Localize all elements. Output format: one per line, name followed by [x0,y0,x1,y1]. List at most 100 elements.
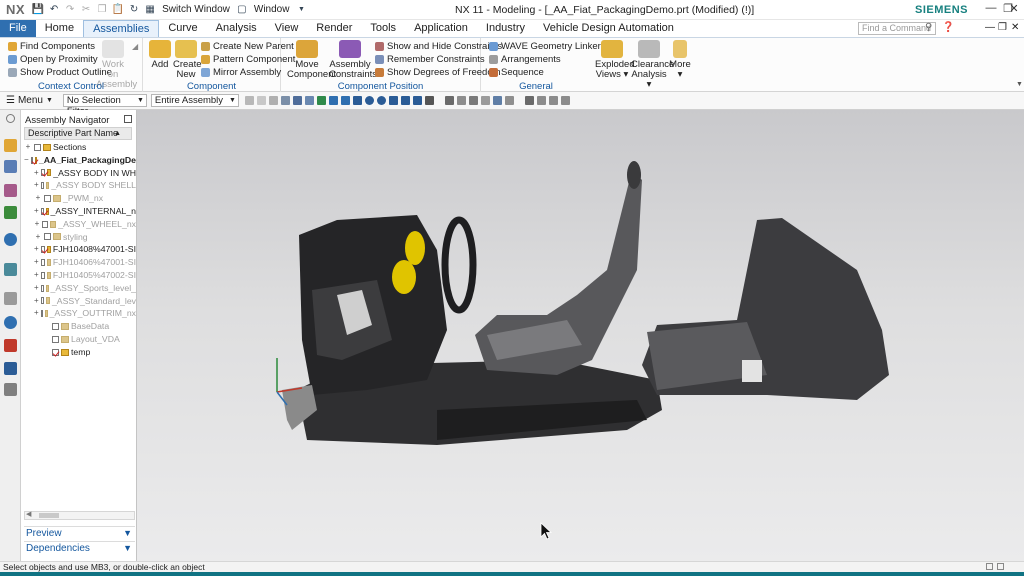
doc-restore-icon[interactable]: ❐ [998,22,1007,33]
seat-belt-buckle[interactable] [742,360,762,382]
wave-geometry-linker-button[interactable]: WAVE Geometry Linker [489,41,601,52]
assembly-navigator-icon[interactable] [4,139,17,152]
point-icon[interactable] [316,96,326,105]
curve-icon[interactable] [340,96,350,105]
ribbon-options-icon[interactable]: ▼ [1016,81,1023,88]
navigator-row[interactable]: + FJH10405%47002-SI [24,269,136,282]
window-menu-button[interactable]: Window [251,4,293,15]
tab-tools[interactable]: Tools [361,20,405,37]
expand-toggle-icon[interactable]: + [34,179,39,192]
repeat-command-icon[interactable]: ↻ [127,3,141,17]
process-studio-icon[interactable] [4,339,17,352]
intersection-icon[interactable] [388,96,398,105]
settings-icon[interactable] [560,96,570,105]
assembly-constraints-button[interactable]: Assembly Constraints [329,40,377,80]
midpoint-icon[interactable] [400,96,410,105]
navigator-row[interactable]: + _ASSY BODY IN WH [24,167,136,180]
history-icon[interactable] [4,263,17,276]
shading-icon[interactable] [456,96,466,105]
window-icon[interactable]: ▢ [235,3,249,17]
select-body-icon[interactable] [292,96,302,105]
navigator-row[interactable]: + FJH10406%47001-SI [24,256,136,269]
visibility-checkbox[interactable] [40,259,45,267]
status-fullscreen-icon[interactable] [997,563,1004,570]
move-component-button[interactable]: Move Component [287,40,336,80]
web-browser-icon[interactable] [4,233,17,246]
visibility-checkbox[interactable] [44,233,51,241]
line-icon[interactable] [328,96,338,105]
vehicle-interior-model[interactable] [137,110,1024,561]
analysis-icon[interactable] [548,96,558,105]
navigator-row[interactable]: + _PWM_nx [24,192,136,205]
chevron-down-icon[interactable]: ▼ [294,3,308,17]
save-icon[interactable]: 💾 [31,3,45,17]
expand-toggle-icon[interactable]: + [34,256,39,269]
expand-toggle-icon[interactable]: + [34,205,39,218]
yellow-steering-column[interactable] [392,260,416,294]
help-icon[interactable]: ❓ [942,22,954,33]
yellow-airbag-module[interactable] [405,231,425,265]
visibility-checkbox[interactable] [40,182,44,190]
expand-toggle-icon[interactable]: + [34,243,39,256]
redo-icon[interactable]: ↷ [63,3,77,17]
expand-toggle-icon[interactable]: + [34,231,42,244]
more-button[interactable]: More ▾ [669,40,691,80]
system-materials-icon[interactable] [4,292,17,305]
tab-vehicle-design-automation[interactable]: Vehicle Design Automation [534,20,683,37]
add-component-button[interactable]: Add [149,40,171,70]
navigator-row[interactable]: + _ASSY_Sports_level_ [24,282,136,295]
navigator-row[interactable]: − _AA_Fiat_PackagingDe [24,154,136,167]
tab-home[interactable]: Home [36,20,83,37]
clock-icon[interactable] [4,316,17,329]
navigator-row[interactable]: + styling [24,231,136,244]
clearance-analysis-button[interactable]: Clearance Analysis ▾ [631,40,674,90]
tab-application[interactable]: Application [405,20,477,37]
scroll-left-icon[interactable]: ◀ [26,510,31,518]
roles-icon[interactable] [4,383,17,396]
column-header[interactable]: Descriptive Part Name ▲ [24,127,132,140]
doc-minimize-icon[interactable]: — [985,22,995,33]
zoom-icon[interactable] [480,96,490,105]
switch-window-button[interactable]: Switch Window [159,4,233,15]
undo-icon[interactable]: ↶ [47,3,61,17]
expand-toggle-icon[interactable]: + [34,295,39,308]
visibility-checkbox[interactable] [40,169,45,177]
expand-toggle-icon[interactable]: + [34,167,39,180]
visibility-checkbox[interactable] [42,220,48,228]
manufacturing-wizards-icon[interactable] [4,362,17,375]
visibility-checkbox[interactable] [40,246,45,254]
scrollbar-thumb[interactable] [39,513,59,518]
navigator-row[interactable]: + _ASSY_Standard_lev [24,295,136,308]
copy-icon[interactable]: ❐ [95,3,109,17]
snap-icon[interactable] [256,96,266,105]
wcs-icon[interactable] [524,96,534,105]
layer-icon[interactable] [504,96,514,105]
visibility-checkbox[interactable] [44,195,51,203]
mirror-assembly-button[interactable]: Mirror Assembly [201,67,281,78]
visibility-checkbox[interactable] [40,284,44,292]
maximize-panel-icon[interactable] [124,115,132,123]
snap-icon[interactable] [244,96,254,105]
navigator-row[interactable]: + _ASSY_OUTTRIM_nx [24,307,136,320]
measure-icon[interactable] [536,96,546,105]
center-point-icon[interactable] [364,96,374,105]
open-by-proximity-button[interactable]: Open by Proximity [8,54,98,65]
visibility-checkbox[interactable] [40,271,45,279]
visibility-checkbox[interactable] [40,207,44,215]
navigator-row[interactable]: temp [24,346,136,359]
window-close-icon[interactable]: ✕ [1006,2,1022,18]
snap-icon[interactable] [268,96,278,105]
paste-icon[interactable]: 📋 [111,3,125,17]
navigator-row[interactable]: + _ASSY BODY SHELL [24,179,136,192]
doc-close-icon[interactable]: ✕ [1011,22,1019,33]
copy-view-icon[interactable] [424,96,434,105]
dependencies-panel[interactable]: Dependencies ▼ [24,541,135,554]
selection-filter-select[interactable]: No Selection Filter▼ [62,94,147,117]
reuse-library-icon[interactable] [4,206,17,219]
create-new-parent-button[interactable]: Create New Parent [201,41,294,52]
select-face-icon[interactable] [304,96,314,105]
navigator-row[interactable]: Layout_VDA [24,333,136,346]
visibility-checkbox[interactable] [40,297,45,305]
part-navigator-icon[interactable] [4,184,17,197]
visibility-checkbox[interactable] [52,335,59,343]
